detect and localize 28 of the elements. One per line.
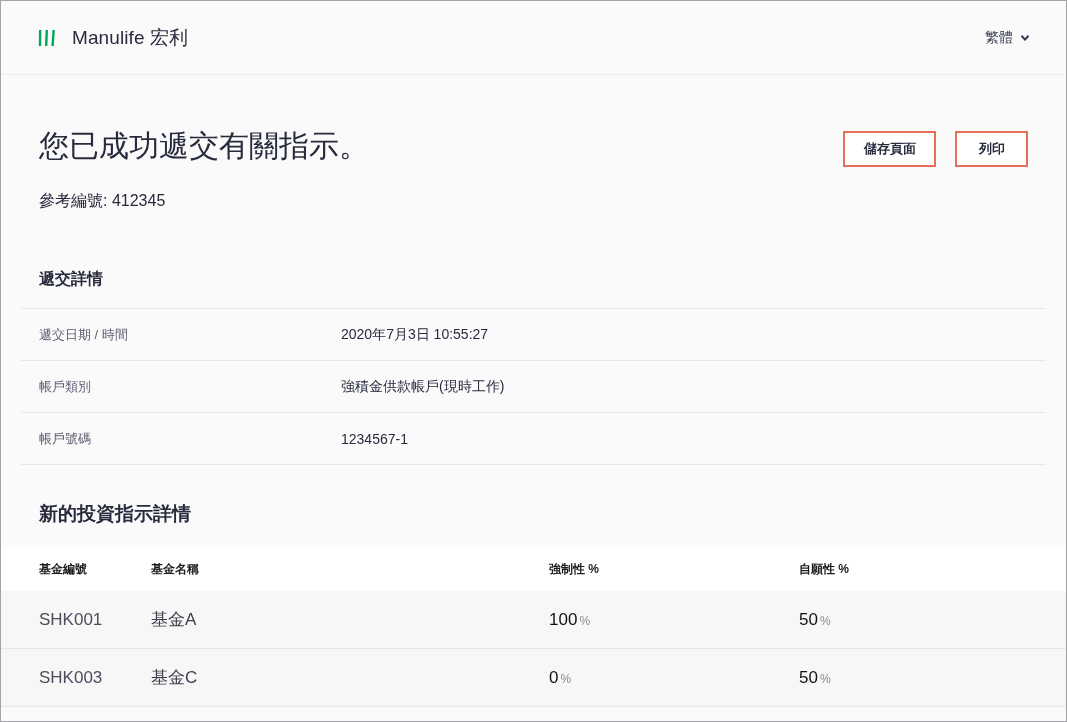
mandatory-percent: 0% [549, 667, 573, 688]
logo-icon [38, 29, 56, 46]
fund-code: SHK001 [39, 609, 104, 630]
detail-value: 1234567-1 [341, 430, 409, 447]
column-header: 基金編號 [39, 560, 88, 578]
fund-name: 基金C [151, 667, 199, 689]
detail-value: 強積金供款帳戶(現時工作) [341, 377, 506, 396]
detail-label: 帳戶號碼 [39, 429, 92, 448]
detail-label: 遞交日期 / 時間 [39, 325, 129, 344]
detail-value: 2020年7月3日 10:55:27 [341, 325, 490, 344]
section-heading: 新的投資指示詳情 [39, 502, 192, 526]
fund-name: 基金A [151, 609, 198, 631]
detail-label: 帳戶類別 [39, 377, 92, 396]
column-header: 自願性 % [799, 560, 850, 578]
mandatory-percent: 100% [549, 609, 592, 630]
page-title: 您已成功遞交有關指示。 [39, 128, 369, 164]
voluntary-percent: 50% [799, 609, 832, 630]
chevron-down-icon [1021, 34, 1029, 41]
reference-number: 參考編號: 412345 [39, 191, 167, 211]
save-page-button[interactable]: 儲存頁面 [843, 131, 936, 167]
language-selector[interactable]: 繁體 [985, 28, 1029, 47]
fund-code: SHK003 [39, 667, 104, 688]
brand-name: Manulife 宏利 [72, 25, 189, 50]
column-header: 強制性 % [549, 560, 600, 578]
voluntary-percent: 50% [799, 667, 832, 688]
column-header: 基金名稱 [151, 560, 200, 578]
print-button[interactable]: 列印 [955, 131, 1028, 167]
section-heading: 遞交詳情 [39, 269, 104, 289]
